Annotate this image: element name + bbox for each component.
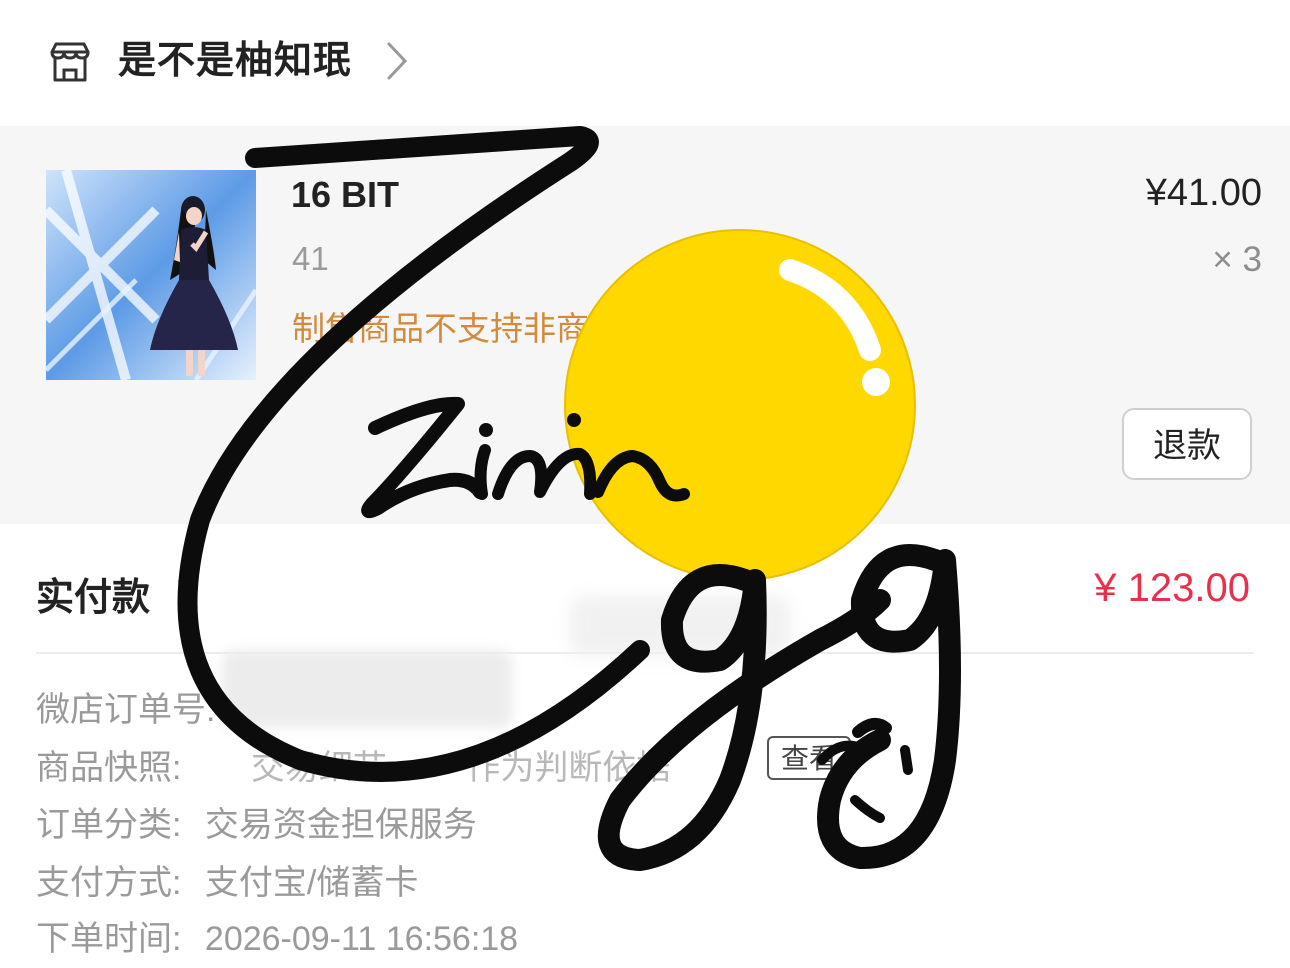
- order-number-label: 微店订单号:: [36, 691, 216, 729]
- product-quantity: × 3: [1212, 240, 1262, 279]
- paid-label: 实付款: [36, 577, 151, 619]
- chevron-right-icon[interactable]: [176, 578, 192, 606]
- pay-method-row: 支付方式: 支付宝/储蓄卡: [36, 855, 418, 904]
- snapshot-value: 交易细节: [250, 749, 387, 787]
- category-label: 订单分类:: [36, 806, 182, 844]
- shop-header[interactable]: 是不是柚知珉: [0, 0, 1290, 126]
- category-row: 订单分类: 交易资金担保服务: [36, 797, 477, 846]
- product-card[interactable]: 16 BIT 41 制售商品不支持非商 ¥41.00 × 3 退款: [0, 126, 1290, 524]
- redacted-area: [570, 596, 790, 656]
- refund-button[interactable]: 退款: [1122, 408, 1252, 480]
- order-number-row: 微店订单号:: [36, 682, 215, 731]
- product-spec: 41: [292, 240, 329, 277]
- product-price: ¥41.00: [1145, 172, 1262, 214]
- order-time-label: 下单时间:: [36, 920, 182, 958]
- paid-amount: ¥ 123.00: [1094, 566, 1250, 610]
- chevron-right-icon[interactable]: [384, 40, 410, 82]
- shop-icon: [50, 42, 90, 82]
- snapshot-value-2: 作为判断依据: [466, 749, 671, 787]
- order-time-row: 下单时间: 2026-09-11 16:56:18: [36, 911, 518, 960]
- snapshot-row: 商品快照: 交易细节 作为判断依据: [36, 740, 670, 789]
- category-value: 交易资金担保服务: [204, 806, 477, 844]
- pay-method-value: 支付宝/储蓄卡: [204, 864, 419, 902]
- product-title[interactable]: 16 BIT: [291, 174, 399, 216]
- product-notice: 制售商品不支持非商: [292, 302, 589, 350]
- product-notice-text: 制售商品不支持非商: [292, 310, 589, 347]
- view-snapshot-button[interactable]: 查看: [767, 736, 851, 780]
- snapshot-label: 商品快照:: [36, 749, 182, 787]
- redacted-order-number: [222, 650, 512, 728]
- shop-name[interactable]: 是不是柚知珉: [118, 36, 352, 86]
- pay-method-label: 支付方式:: [36, 864, 182, 902]
- order-time-value: 2026-09-11 16:56:18: [204, 920, 519, 958]
- product-thumbnail[interactable]: [46, 170, 256, 380]
